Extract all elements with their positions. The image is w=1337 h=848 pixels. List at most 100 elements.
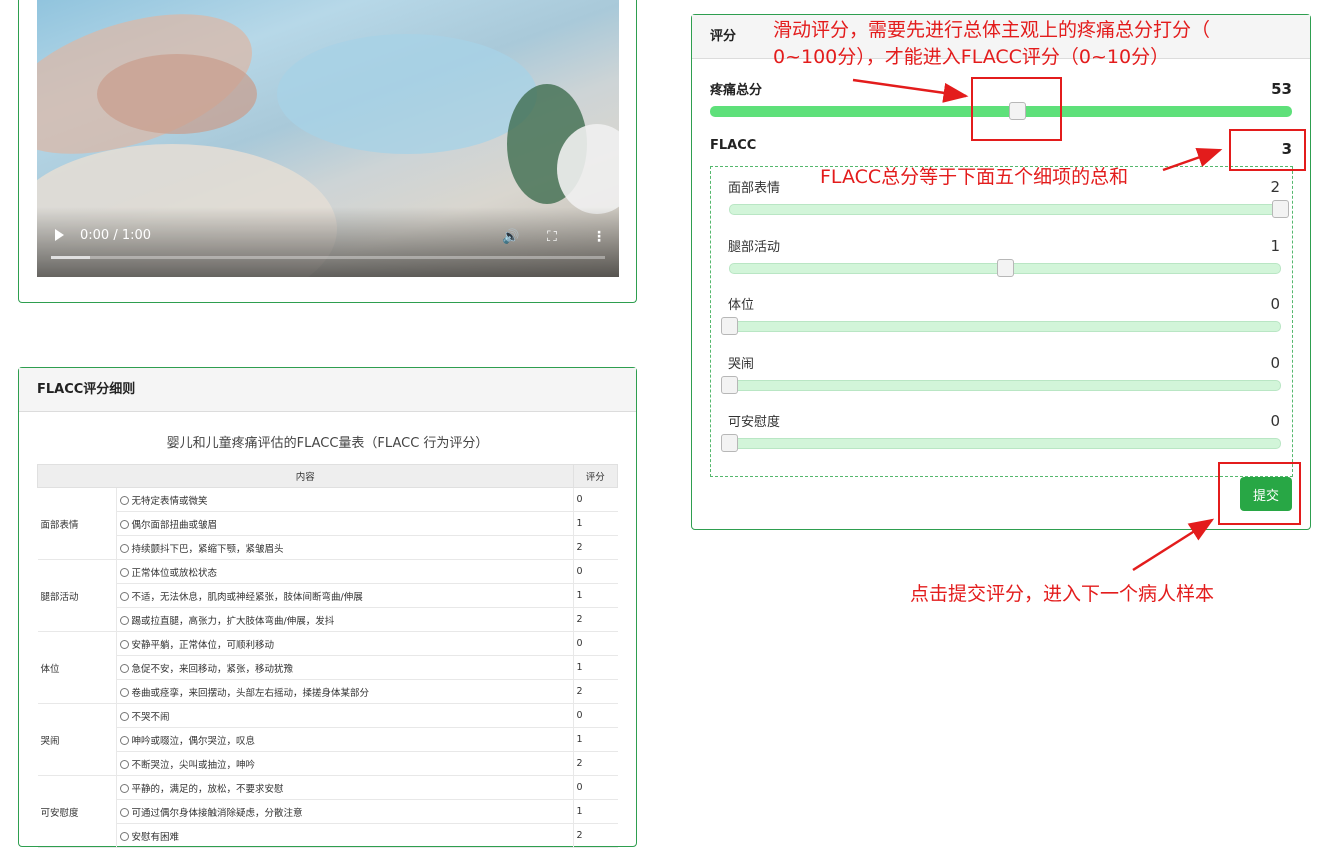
rules-item: 无特定表情或微笑 — [116, 487, 573, 512]
facial-expression-slider-thumb[interactable] — [1272, 200, 1289, 218]
flacc-items-group: 面部表情 2 腿部活动 1 体位 0 哭闹 0 可安慰度 0 — [710, 166, 1293, 477]
rules-item-text: 偶尔面部扭曲或皱眉 — [131, 519, 218, 531]
rules-item: 急促不安，来回移动，紧张，移动犹豫 — [116, 655, 573, 680]
rules-table-row: 卷曲或痉挛，来回摆动，头部左右摇动，揉搓身体某部分 2 — [38, 679, 618, 704]
rules-item: 持续颤抖下巴，紧缩下颚，紧皱眉头 — [116, 535, 573, 560]
rules-category: 哭闹 — [37, 703, 117, 776]
rules-item-score: 0 — [572, 631, 618, 656]
radio-circle-icon — [119, 735, 129, 745]
rules-table-row: 偶尔面部扭曲或皱眉 1 — [38, 511, 618, 536]
highlight-flacc-total — [1229, 129, 1306, 171]
body-position-value: 0 — [1270, 295, 1280, 313]
consolability-slider-thumb[interactable] — [721, 434, 738, 452]
rules-item-score: 1 — [572, 511, 618, 536]
crying-label: 哭闹 — [728, 356, 755, 372]
rules-category: 面部表情 — [37, 487, 117, 560]
rules-item-text: 正常体位或放松状态 — [131, 567, 218, 579]
fullscreen-icon[interactable]: ⛶ — [547, 229, 557, 245]
play-icon[interactable] — [55, 229, 64, 241]
rules-item-text: 不适，无法休息，肌肉或神经紧张，肢体间断弯曲/伸展 — [131, 591, 363, 603]
rules-table-row: 不断哭泣，尖叫或抽泣，呻吟 2 — [38, 751, 618, 776]
video-time: 0:00 / 1:00 — [80, 228, 152, 243]
radio-circle-icon — [119, 615, 129, 625]
submit-note: 点击提交评分，进入下一个病人样本 — [910, 583, 1215, 605]
rules-item-score: 0 — [572, 775, 618, 800]
facial-expression-value: 2 — [1270, 178, 1280, 196]
rules-item-score: 0 — [572, 487, 618, 512]
rules-table-row: 可通过偶尔身体接触消除疑虑，分散注意 1 — [38, 799, 618, 824]
rules-table-row: 急促不安，来回移动，紧张，移动犹豫 1 — [38, 655, 618, 680]
rules-table-row: 持续颤抖下巴，紧缩下颚，紧皱眉头 2 — [38, 535, 618, 560]
flacc-sum-note: FLACC总分等于下面五个细项的总和 — [820, 166, 1129, 188]
rules-category: 可安慰度 — [37, 775, 117, 848]
highlight-total-slider — [971, 77, 1062, 141]
rules-item: 可通过偶尔身体接触消除疑虑，分散注意 — [116, 799, 573, 824]
video-panel: 0:00 / 1:00 🔊 ⛶ ⋮ — [18, 0, 637, 303]
rules-item: 呻吟或啜泣，偶尔哭泣，叹息 — [116, 727, 573, 752]
radio-circle-icon — [119, 687, 129, 697]
flacc-label: FLACC — [710, 138, 757, 153]
radio-circle-icon — [119, 591, 129, 601]
body-position-slider-thumb[interactable] — [721, 317, 738, 335]
rules-table-row: 面部表情 无特定表情或微笑 0 — [37, 487, 618, 560]
rules-item: 偶尔面部扭曲或皱眉 — [116, 511, 573, 536]
consolability-label: 可安慰度 — [728, 415, 781, 430]
rules-table-row: 呻吟或啜泣，偶尔哭泣，叹息 1 — [38, 727, 618, 752]
rules-table-row: 安慰有困难 2 — [38, 823, 618, 848]
rules-item-score: 1 — [572, 655, 618, 680]
column-header-content: 内容 — [37, 464, 574, 488]
consolability-slider[interactable] — [729, 438, 1281, 449]
radio-circle-icon — [119, 807, 129, 817]
body-position-slider[interactable] — [729, 321, 1281, 332]
rules-item: 踢或拉直腿，高张力，扩大肢体弯曲/伸展，发抖 — [116, 607, 573, 632]
patient-video[interactable]: 0:00 / 1:00 🔊 ⛶ ⋮ — [37, 0, 619, 277]
rules-item: 平静的，满足的，放松，不要求安慰 — [116, 775, 573, 800]
rules-category: 腿部活动 — [37, 559, 117, 632]
rules-item-text: 踢或拉直腿，高张力，扩大肢体弯曲/伸展，发抖 — [131, 615, 335, 627]
facial-expression-label: 面部表情 — [728, 181, 781, 196]
radio-circle-icon — [119, 831, 129, 841]
rules-item-text: 安慰有困难 — [131, 831, 180, 843]
more-options-icon[interactable]: ⋮ — [592, 229, 606, 245]
rules-item: 安静平躺，正常体位，可顺利移动 — [116, 631, 573, 656]
video-controls: 0:00 / 1:00 🔊 ⛶ ⋮ — [37, 207, 619, 277]
leg-activity-label: 腿部活动 — [728, 239, 781, 255]
rules-item-text: 卷曲或痉挛，来回摆动，头部左右摇动，揉搓身体某部分 — [131, 687, 370, 699]
rules-item-score: 0 — [572, 703, 618, 728]
volume-icon[interactable]: 🔊 — [502, 229, 519, 245]
rules-item-text: 持续颤抖下巴，紧缩下颚，紧皱眉头 — [131, 543, 284, 555]
facial-expression-slider[interactable] — [729, 204, 1281, 215]
radio-circle-icon — [119, 567, 129, 577]
rules-item: 安慰有困难 — [116, 823, 573, 848]
slider-instruction-line1: 滑动评分，需要先进行总体主观上的疼痛总分打分（ — [773, 19, 1211, 41]
rules-item: 正常体位或放松状态 — [116, 559, 573, 584]
radio-circle-icon — [119, 663, 129, 673]
rules-category: 体位 — [37, 631, 117, 704]
rules-table-row: 踢或拉直腿，高张力，扩大肢体弯曲/伸展，发抖 2 — [38, 607, 618, 632]
rules-item-score: 2 — [572, 535, 618, 560]
rules-item-text: 平静的，满足的，放松，不要求安慰 — [131, 783, 284, 795]
rules-table-row: 体位 安静平躺，正常体位，可顺利移动 0 — [37, 631, 618, 704]
leg-activity-value: 1 — [1270, 236, 1280, 255]
rules-item-score: 1 — [572, 583, 618, 608]
rules-item-score: 2 — [572, 751, 618, 776]
crying-value: 0 — [1270, 353, 1280, 372]
rules-item-text: 安静平躺，正常体位，可顺利移动 — [131, 639, 275, 651]
rules-item-score: 2 — [572, 823, 618, 848]
rules-item-text: 不哭不闹 — [131, 711, 170, 723]
radio-circle-icon — [119, 783, 129, 793]
rules-item-text: 呻吟或啜泣，偶尔哭泣，叹息 — [131, 735, 256, 747]
rules-item: 卷曲或痉挛，来回摆动，头部左右摇动，揉搓身体某部分 — [116, 679, 573, 704]
rules-panel-header: FLACC评分细则 — [19, 368, 636, 412]
radio-circle-icon — [119, 543, 129, 553]
rules-item-text: 可通过偶尔身体接触消除疑虑，分散注意 — [131, 807, 303, 819]
video-progress-bar[interactable] — [51, 256, 605, 259]
crying-slider[interactable] — [729, 379, 1281, 391]
radio-circle-icon — [119, 711, 129, 721]
crying-slider-thumb[interactable] — [721, 375, 738, 394]
total-score-label: 疼痛总分 — [710, 83, 763, 98]
rules-item: 不断哭泣，尖叫或抽泣，呻吟 — [116, 751, 573, 776]
leg-activity-slider-thumb[interactable] — [996, 258, 1014, 277]
rules-item-text: 无特定表情或微笑 — [131, 495, 208, 507]
flacc-rules-panel: FLACC评分细则 婴儿和儿童疼痛评估的FLACC量表（FLACC 行为评分） … — [18, 367, 637, 848]
